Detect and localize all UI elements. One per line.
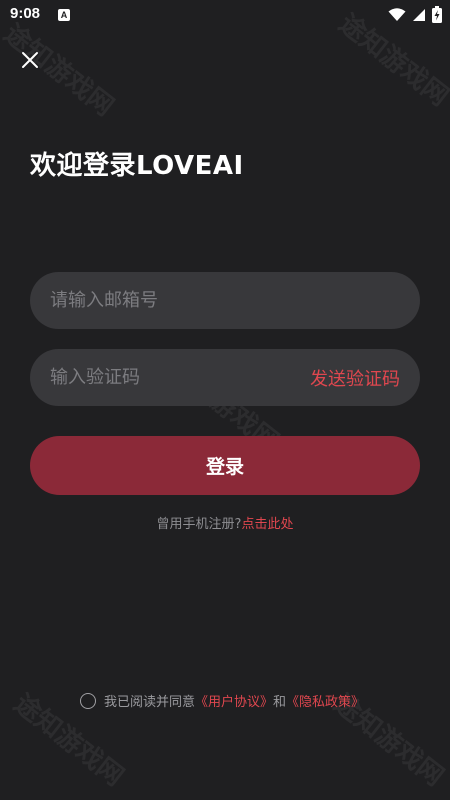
close-icon [22,52,38,68]
agreement-text: 我已阅读并同意 [104,695,196,710]
login-button[interactable]: 登录 [30,436,420,495]
verification-code-input[interactable] [50,367,310,388]
status-icons [388,6,442,23]
close-button[interactable] [18,48,42,72]
status-time: 9:08 [10,5,41,22]
status-bar: 9:08 A [0,0,450,32]
agreement-checkbox[interactable] [80,692,96,709]
agreement-row: 我已阅读并同意 《用户协议》 和 《隐私政策》 [80,691,364,710]
register-row: 曾用手机注册?点击此处 [0,513,450,532]
email-input[interactable] [50,290,400,311]
code-field-container: 发送验证码 [30,349,420,406]
notification-badge: A [58,9,70,21]
register-link[interactable]: 点击此处 [241,517,293,532]
wifi-icon [388,7,406,21]
page-title: 欢迎登录LOVEAI [30,151,244,181]
battery-charging-icon [432,6,442,23]
user-agreement-link[interactable]: 《用户协议》 [195,691,273,710]
send-code-button[interactable]: 发送验证码 [310,365,400,391]
agreement-conjunction: 和 [273,695,287,710]
email-field-container [30,272,420,329]
privacy-policy-link[interactable]: 《隐私政策》 [286,691,364,710]
signal-icon [413,8,425,21]
register-prompt: 曾用手机注册? [156,517,242,532]
